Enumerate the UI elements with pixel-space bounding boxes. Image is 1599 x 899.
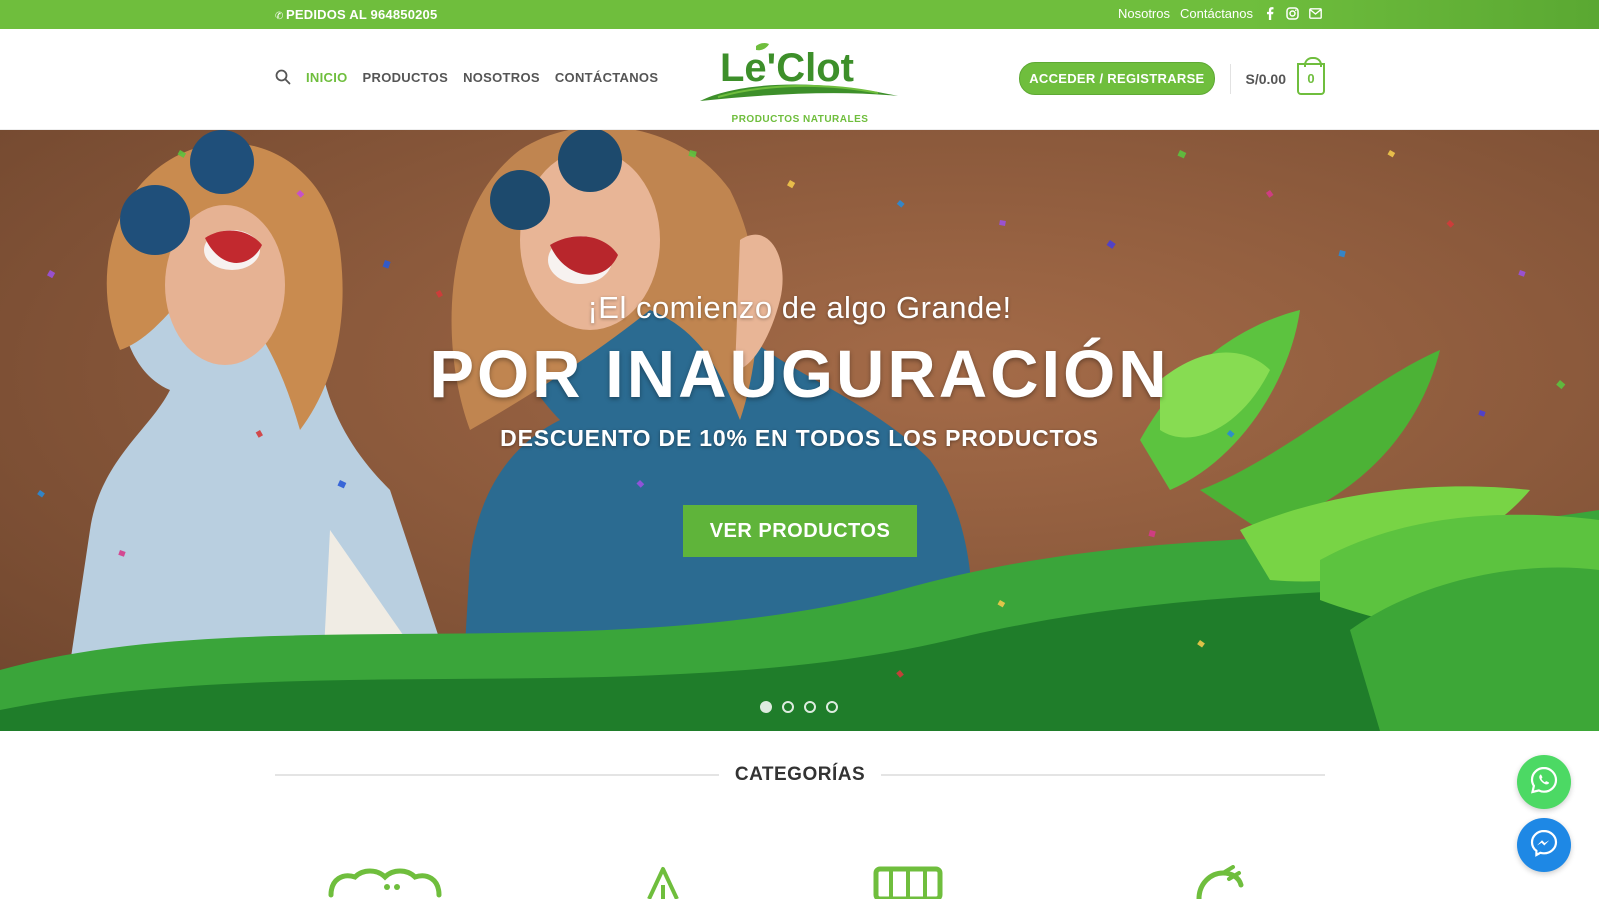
nav-inicio[interactable]: INICIO <box>306 70 348 85</box>
logo-title: Le'Clot <box>720 46 854 90</box>
categories-heading: CATEGORÍAS <box>275 763 1326 787</box>
category-snacks-icon[interactable] <box>327 865 443 899</box>
top-link-nosotros[interactable]: Nosotros <box>1118 6 1170 21</box>
hero-slider: ¡El comienzo de algo Grande! POR INAUGUR… <box>0 130 1599 731</box>
messenger-icon <box>1529 828 1559 863</box>
messenger-button[interactable] <box>1517 818 1571 872</box>
phone-label: PEDIDOS AL 964850205 <box>286 7 438 22</box>
main-header: INICIO PRODUCTOS NOSOTROS CONTÁCTANOS Le… <box>0 29 1599 130</box>
nav-contactanos[interactable]: CONTÁCTANOS <box>555 70 658 85</box>
main-nav: INICIO PRODUCTOS NOSOTROS CONTÁCTANOS <box>275 69 658 85</box>
slider-dot-1[interactable] <box>760 701 772 713</box>
cart-count: 0 <box>1307 71 1315 86</box>
login-register-button[interactable]: ACCEDER / REGISTRARSE <box>1019 62 1215 95</box>
slider-dot-4[interactable] <box>826 701 838 713</box>
hero-subtitle: ¡El comienzo de algo Grande! <box>587 290 1012 325</box>
hero-title: POR INAUGURACIÓN <box>429 337 1170 412</box>
whatsapp-icon <box>1529 765 1559 800</box>
category-fresh-icon[interactable] <box>1193 865 1245 899</box>
whatsapp-button[interactable] <box>1517 755 1571 809</box>
nav-nosotros[interactable]: NOSOTROS <box>463 70 540 85</box>
logo-subtitle: PRODUCTOS NATURALES <box>732 114 869 123</box>
envelope-icon[interactable] <box>1309 7 1322 20</box>
phone-icon: ✆ <box>275 11 284 22</box>
facebook-icon[interactable] <box>1263 7 1276 20</box>
category-pantry-icon[interactable] <box>873 865 943 899</box>
top-bar: ✆ PEDIDOS AL 964850205 Nosotros Contáctan… <box>0 0 1599 29</box>
nav-productos[interactable]: PRODUCTOS <box>363 70 449 85</box>
slider-dot-2[interactable] <box>782 701 794 713</box>
slider-dots <box>760 701 838 713</box>
view-products-button[interactable]: VER PRODUCTOS <box>683 505 917 557</box>
search-icon[interactable] <box>275 69 291 85</box>
instagram-icon[interactable] <box>1286 7 1299 20</box>
top-link-contactanos[interactable]: Contáctanos <box>1180 6 1253 21</box>
cart-icon[interactable]: 0 <box>1297 56 1325 95</box>
site-logo[interactable]: Le'Clot PRODUCTOS NATURALES <box>698 39 902 125</box>
category-icons-row <box>0 865 1599 899</box>
slider-dot-3[interactable] <box>804 701 816 713</box>
categories-title: CATEGORÍAS <box>734 764 866 785</box>
cart-total[interactable]: S/0.00 <box>1246 71 1286 87</box>
header-divider <box>1229 63 1231 94</box>
category-herbs-icon[interactable] <box>645 865 681 899</box>
phone-order-info[interactable]: ✆ PEDIDOS AL 964850205 <box>275 7 437 22</box>
top-links: Nosotros Contáctanos <box>1118 6 1322 21</box>
heading-line-right <box>881 774 1326 776</box>
heading-line-left <box>275 774 719 776</box>
hero-description: DESCUENTO DE 10% EN TODOS LOS PRODUCTOS <box>500 425 1099 451</box>
header-actions: ACCEDER / REGISTRARSE S/0.00 0 <box>1019 56 1325 95</box>
